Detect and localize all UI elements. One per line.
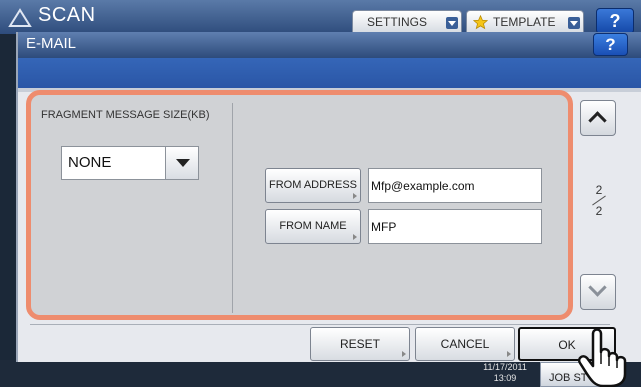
- settings-label: SETTINGS: [367, 15, 428, 29]
- scroll-down-button[interactable]: [580, 274, 616, 310]
- dialog-title: E-MAIL: [26, 35, 77, 52]
- chevron-down-icon: [588, 278, 607, 297]
- dropdown-arrow-icon: [446, 17, 458, 29]
- star-icon: [473, 15, 488, 30]
- scroll-up-button[interactable]: [580, 100, 616, 136]
- page-current: 2: [595, 183, 603, 197]
- fragment-size-label: FRAGMENT MESSAGE SIZE(KB): [41, 109, 210, 121]
- from-address-button[interactable]: FROM ADDRESS: [265, 168, 361, 203]
- corner-arrow-icon: [353, 193, 357, 199]
- from-address-field[interactable]: Mfp@example.com: [368, 168, 542, 203]
- corner-arrow-icon: [353, 234, 357, 240]
- scan-help-button[interactable]: ?: [596, 8, 634, 34]
- template-button[interactable]: TEMPLATE: [466, 10, 584, 34]
- panel-divider: [232, 103, 233, 313]
- settings-button[interactable]: SETTINGS: [352, 10, 462, 34]
- settings-panel: FRAGMENT MESSAGE SIZE(KB) NONE FROM ADDR…: [26, 90, 573, 320]
- chevron-up-icon: [588, 111, 607, 130]
- reset-label: RESET: [339, 337, 380, 351]
- dialog-band: [18, 58, 641, 88]
- scan-logo-icon: [8, 8, 32, 27]
- from-name-button[interactable]: FROM NAME: [265, 209, 361, 244]
- from-name-field[interactable]: MFP: [368, 209, 542, 244]
- footer-divider: [30, 324, 610, 325]
- scan-title: SCAN: [38, 4, 96, 26]
- from-address-label: FROM ADDRESS: [268, 179, 357, 191]
- corner-arrow-icon: [402, 351, 406, 357]
- reset-button[interactable]: RESET: [310, 327, 410, 361]
- corner-arrow-icon: [507, 351, 511, 357]
- dropdown-arrow-icon: [568, 17, 580, 29]
- cancel-button[interactable]: CANCEL: [415, 327, 515, 361]
- chevron-down-icon[interactable]: [165, 147, 198, 179]
- date-text: 11/17/2011: [483, 362, 527, 372]
- datetime: 11/17/2011 13:09: [470, 362, 540, 384]
- cancel-label: CANCEL: [440, 337, 490, 351]
- page-total: 2: [595, 204, 603, 218]
- dialog-help-button[interactable]: ?: [593, 33, 628, 56]
- ok-label: OK: [558, 338, 576, 352]
- template-label: TEMPLATE: [493, 15, 556, 29]
- page-indicator: 2 2: [584, 183, 614, 218]
- fragment-size-select[interactable]: NONE: [61, 146, 199, 180]
- from-name-label: FROM NAME: [279, 220, 347, 232]
- fragment-size-value: NONE: [68, 154, 112, 171]
- time-text: 13:09: [493, 373, 517, 383]
- hand-pointer-icon: [578, 328, 627, 387]
- dialog-header: E-MAIL ?: [18, 32, 641, 58]
